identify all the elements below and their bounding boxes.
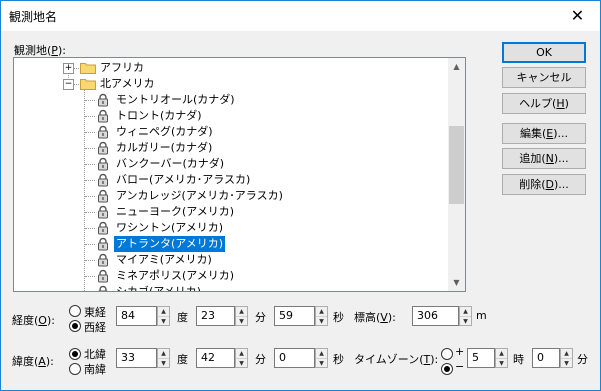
timezone-plus-radio[interactable] <box>441 348 453 360</box>
tree-item-label: ウィニペグ(カナダ) <box>116 125 213 138</box>
folder-icon <box>80 63 96 74</box>
longitude-degrees-spinner[interactable]: ▲ ▼ <box>157 306 170 326</box>
longitude-label: 経度(O): <box>12 314 55 327</box>
longitude-minutes-spinner[interactable]: ▲ ▼ <box>235 306 248 326</box>
altitude-unit: m <box>476 309 487 322</box>
tree-item-label: トロント(カナダ) <box>116 109 202 122</box>
lock-icon <box>96 221 110 235</box>
expand-africa-icon[interactable]: + <box>63 63 74 74</box>
south-latitude-label: 南緯 <box>84 363 106 376</box>
longitude-degrees-input[interactable]: 84 <box>116 306 157 326</box>
tree-item-label: シカゴ(アメリカ) <box>116 285 202 292</box>
lock-icon <box>96 237 110 251</box>
latitude-minutes-input[interactable]: 42 <box>196 348 235 368</box>
tree-item-label: ニューヨーク(アメリカ) <box>116 205 235 218</box>
tree-item-label: アンカレッジ(アメリカ･アラスカ) <box>116 189 283 202</box>
tree-item-label: ワシントン(アメリカ) <box>116 221 224 234</box>
tree-scrollbar[interactable]: ▲ ▼ <box>448 58 465 291</box>
ok-button[interactable]: OK <box>502 42 586 63</box>
latitude-label: 緯度(A): <box>12 355 54 368</box>
longitude-minutes-input[interactable]: 23 <box>196 306 235 326</box>
lock-icon <box>96 141 110 155</box>
altitude-spinner[interactable]: ▲ ▼ <box>459 306 472 326</box>
south-latitude-radio[interactable] <box>69 363 81 375</box>
help-button[interactable]: ヘルプ(H) <box>502 93 586 114</box>
west-longitude-radio[interactable] <box>69 320 81 332</box>
tree-item-label: カルガリー(カナダ) <box>116 141 213 154</box>
longitude-seconds-input[interactable]: 59 <box>274 306 315 326</box>
tree-item-label: モントリオール(カナダ) <box>116 93 235 106</box>
tree-item-label: マイアミ(アメリカ) <box>116 253 212 266</box>
tree-item-label: ミネアポリス(アメリカ) <box>116 269 235 282</box>
scroll-down-icon[interactable]: ▼ <box>448 274 465 291</box>
lock-icon <box>96 285 110 291</box>
lock-icon <box>96 205 110 219</box>
lock-icon <box>96 173 110 187</box>
timezone-label: タイムゾーン(T): <box>354 353 439 366</box>
lock-icon <box>96 93 110 107</box>
latitude-seconds-unit: 秒 <box>333 353 344 366</box>
add-button[interactable]: 追加(N)... <box>502 148 586 169</box>
lock-icon <box>96 109 110 123</box>
delete-button[interactable]: 削除(D)... <box>502 174 586 195</box>
timezone-plus-label: + <box>455 345 465 358</box>
lock-icon <box>96 189 110 203</box>
east-longitude-radio[interactable] <box>69 305 81 317</box>
longitude-minutes-unit: 分 <box>255 311 266 324</box>
east-longitude-label: 東経 <box>84 306 106 319</box>
lock-icon <box>96 125 110 139</box>
lock-icon <box>96 157 110 171</box>
longitude-seconds-spinner[interactable]: ▲ ▼ <box>315 306 328 326</box>
location-label: 観測地(P): <box>14 44 66 57</box>
timezone-hours-input[interactable]: 5 <box>467 348 495 368</box>
timezone-minutes-input[interactable]: 0 <box>532 348 560 368</box>
altitude-input[interactable]: 306 <box>412 306 459 326</box>
timezone-minus-label: − <box>455 360 465 373</box>
window-title: 観測地名 <box>9 10 58 24</box>
latitude-seconds-input[interactable]: 0 <box>274 348 315 368</box>
tree-item-label: バンクーバー(カナダ) <box>116 157 225 170</box>
title-bar: 観測地名 ✕ <box>1 1 600 31</box>
latitude-seconds-spinner[interactable]: ▲ ▼ <box>315 348 328 368</box>
location-tree[interactable]: + − アフリカ 北アメリカ モントリオール(カナダ) トロント(カナダ) ウィニペ… <box>13 57 466 292</box>
folder-icon <box>80 79 96 90</box>
north-latitude-label: 北緯 <box>84 348 106 361</box>
cancel-button[interactable]: キャンセル <box>502 67 586 88</box>
lock-icon <box>96 253 110 267</box>
scroll-up-icon[interactable]: ▲ <box>448 58 465 75</box>
latitude-degrees-input[interactable]: 33 <box>116 348 157 368</box>
tree-item-label: アトランタ(アメリカ) <box>112 235 227 253</box>
edit-button[interactable]: 編集(E)... <box>502 123 586 144</box>
lock-icon <box>96 269 110 283</box>
tree-item-label: バロー(アメリカ･アラスカ) <box>116 173 251 186</box>
timezone-minutes-unit: 分 <box>577 353 588 366</box>
altitude-label: 標高(V): <box>354 311 396 324</box>
timezone-minus-radio[interactable] <box>441 363 453 375</box>
west-longitude-label: 西経 <box>84 321 106 334</box>
timezone-hours-unit: 時 <box>513 353 524 366</box>
timezone-hours-spinner[interactable]: ▲ ▼ <box>495 348 508 368</box>
timezone-minutes-spinner[interactable]: ▲ ▼ <box>560 348 573 368</box>
latitude-degrees-spinner[interactable]: ▲ ▼ <box>157 348 170 368</box>
latitude-minutes-spinner[interactable]: ▲ ▼ <box>235 348 248 368</box>
north-latitude-radio[interactable] <box>69 348 81 360</box>
scroll-thumb[interactable] <box>449 126 464 204</box>
latitude-degrees-unit: 度 <box>177 353 188 366</box>
longitude-degrees-unit: 度 <box>177 311 188 324</box>
close-icon[interactable]: ✕ <box>555 1 600 31</box>
collapse-north-america-icon[interactable]: − <box>63 79 74 90</box>
longitude-seconds-unit: 秒 <box>333 311 344 324</box>
latitude-minutes-unit: 分 <box>255 353 266 366</box>
